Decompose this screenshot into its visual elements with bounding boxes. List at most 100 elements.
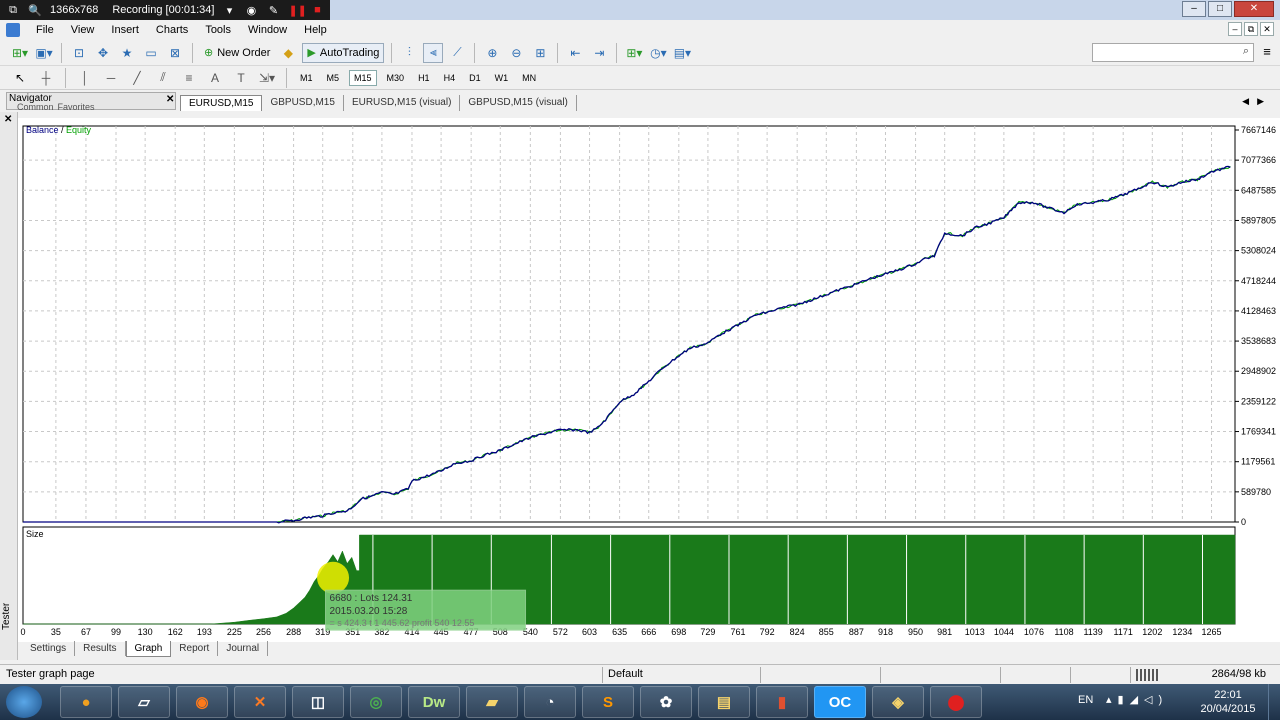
- firefox-icon[interactable]: ●: [60, 686, 112, 718]
- menu-view[interactable]: View: [63, 24, 104, 36]
- start-button[interactable]: [6, 686, 42, 718]
- chart-shift-icon[interactable]: ⇥: [589, 43, 609, 63]
- tester-graph[interactable]: 7667146 7077366 6487585 5897805 5308024 47182…: [18, 118, 1280, 642]
- oc-icon[interactable]: OC: [814, 686, 866, 718]
- periods-icon[interactable]: ◷▾: [648, 43, 668, 63]
- media-icon[interactable]: ◔: [524, 686, 576, 718]
- pen-icon[interactable]: ✎: [266, 4, 280, 17]
- horizontal-line-icon[interactable]: ─: [101, 68, 121, 88]
- tab-favorites[interactable]: Favorites: [58, 102, 95, 112]
- tray-icons[interactable]: ▴▮◢◁): [1106, 693, 1168, 706]
- timeframe-m1[interactable]: M1: [296, 71, 317, 85]
- autotrading-button[interactable]: ▶ AutoTrading: [302, 42, 385, 63]
- window-glass-icon[interactable]: ▱: [118, 686, 170, 718]
- profiles-icon[interactable]: ▣▾: [34, 43, 54, 63]
- cursor-icon[interactable]: ↖: [10, 68, 30, 88]
- crosshair-icon[interactable]: ┼: [36, 68, 56, 88]
- file-explorer-icon[interactable]: ▤: [698, 686, 750, 718]
- tab-common[interactable]: Common: [17, 102, 54, 112]
- timeframe-d1[interactable]: D1: [465, 71, 485, 85]
- search-input[interactable]: ⌕: [1092, 43, 1254, 62]
- text-label-icon[interactable]: T: [231, 68, 251, 88]
- mdi-restore-button[interactable]: ⧉: [1244, 22, 1258, 36]
- channel-icon[interactable]: ⫽: [153, 68, 173, 88]
- tab-eurusd-m15-visual[interactable]: EURUSD,M15 (visual): [344, 95, 461, 111]
- menu-tools[interactable]: Tools: [197, 24, 240, 36]
- metaeditor-icon[interactable]: ◆: [278, 43, 298, 63]
- timeframe-mn[interactable]: MN: [518, 71, 540, 85]
- terminal-icon[interactable]: ▭: [141, 43, 161, 63]
- navigator-close-icon[interactable]: ✕: [166, 94, 174, 105]
- menu-insert[interactable]: Insert: [103, 24, 148, 36]
- metatrader-icon[interactable]: ◈: [872, 686, 924, 718]
- tester-close-icon[interactable]: ✕: [4, 114, 12, 125]
- chrome-icon[interactable]: ◎: [350, 686, 402, 718]
- timeframe-w1[interactable]: W1: [491, 71, 513, 85]
- timeframe-m15[interactable]: M15: [349, 69, 377, 86]
- paint-icon[interactable]: ✿: [640, 686, 692, 718]
- tab-gbpusd-m15-visual[interactable]: GBPUSD,M15 (visual): [460, 95, 577, 111]
- menu-file[interactable]: File: [28, 24, 63, 36]
- timeframe-h4[interactable]: H4: [440, 71, 460, 85]
- templates-icon[interactable]: ▤▾: [672, 43, 692, 63]
- sublime-icon[interactable]: S: [582, 686, 634, 718]
- timeframe-m5[interactable]: M5: [323, 71, 344, 85]
- tray-language[interactable]: EN: [1078, 694, 1093, 706]
- search-icon[interactable]: ⌕: [1243, 45, 1249, 58]
- menu-window[interactable]: Window: [240, 24, 296, 36]
- magnifier-icon[interactable]: 🔍: [28, 4, 42, 17]
- indicators-icon[interactable]: ⊞▾: [624, 43, 644, 63]
- navigator-icon[interactable]: ★: [117, 43, 137, 63]
- tab-journal[interactable]: Journal: [218, 641, 269, 656]
- tab-gbpusd-m15[interactable]: GBPUSD,M15: [262, 95, 344, 111]
- tab-report[interactable]: Report: [171, 641, 219, 656]
- menu-charts[interactable]: Charts: [148, 24, 197, 36]
- stop-icon[interactable]: ■: [310, 4, 324, 16]
- trendline-icon[interactable]: ╱: [127, 68, 147, 88]
- tab-eurusd-m15[interactable]: EURUSD,M15: [180, 95, 263, 111]
- app-window-icon[interactable]: ◫: [292, 686, 344, 718]
- tab-results[interactable]: Results: [75, 641, 126, 656]
- strategy-tester-icon[interactable]: ⊠: [165, 43, 185, 63]
- firefox-icon[interactable]: ◉: [176, 686, 228, 718]
- auto-scroll-icon[interactable]: ⇤: [565, 43, 585, 63]
- show-desktop-button[interactable]: [1268, 684, 1280, 720]
- timeframe-h1[interactable]: H1: [414, 71, 434, 85]
- minimize-button[interactable]: –: [1182, 1, 1206, 17]
- close-button[interactable]: ✕: [1234, 1, 1274, 17]
- tab-scroll-arrows[interactable]: ◀▶: [1242, 96, 1272, 107]
- mdi-close-button[interactable]: ✕: [1260, 22, 1274, 36]
- line-chart-icon[interactable]: ⟋: [447, 43, 467, 63]
- arrows-icon[interactable]: ⇲▾: [257, 68, 277, 88]
- window-icon[interactable]: ⧉: [6, 4, 20, 17]
- bar-chart-icon[interactable]: ⫶: [399, 43, 419, 63]
- candlestick-icon[interactable]: ⫷: [423, 42, 444, 63]
- text-icon[interactable]: A: [205, 68, 225, 88]
- pause-icon[interactable]: ❚❚: [288, 4, 306, 17]
- market-watch-icon[interactable]: ⊡: [69, 43, 89, 63]
- timeframe-m30[interactable]: M30: [383, 71, 409, 85]
- tab-graph[interactable]: Graph: [125, 641, 172, 657]
- record-icon[interactable]: ⬤: [930, 686, 982, 718]
- camera-icon[interactable]: ◉: [244, 4, 258, 17]
- new-chart-icon[interactable]: ⊞▾: [10, 43, 30, 63]
- tile-windows-icon[interactable]: ⊞: [530, 43, 550, 63]
- data-window-icon[interactable]: ✥: [93, 43, 113, 63]
- maximize-button[interactable]: □: [1208, 1, 1232, 17]
- zoom-in-icon[interactable]: ⊕: [482, 43, 502, 63]
- mdi-minimize-button[interactable]: –: [1228, 22, 1242, 36]
- menu-toggle-icon[interactable]: ≡: [1258, 44, 1276, 62]
- dreamweaver-icon[interactable]: Dw: [408, 686, 460, 718]
- book-icon[interactable]: ▮: [756, 686, 808, 718]
- dropdown-icon[interactable]: ▾: [222, 4, 236, 17]
- menu-help[interactable]: Help: [296, 24, 336, 36]
- tab-settings[interactable]: Settings: [22, 641, 76, 656]
- fibonacci-icon[interactable]: ≡: [179, 68, 199, 88]
- folder-icon[interactable]: ▰: [466, 686, 518, 718]
- xampp-icon[interactable]: ✕: [234, 686, 286, 718]
- zoom-out-icon[interactable]: ⊖: [506, 43, 526, 63]
- tray-clock[interactable]: 22:01 20/04/2015: [1196, 688, 1260, 716]
- x-tick-label: 1139: [1083, 627, 1102, 637]
- vertical-line-icon[interactable]: │: [75, 68, 95, 88]
- new-order-button[interactable]: ⊕ New Order: [200, 43, 274, 63]
